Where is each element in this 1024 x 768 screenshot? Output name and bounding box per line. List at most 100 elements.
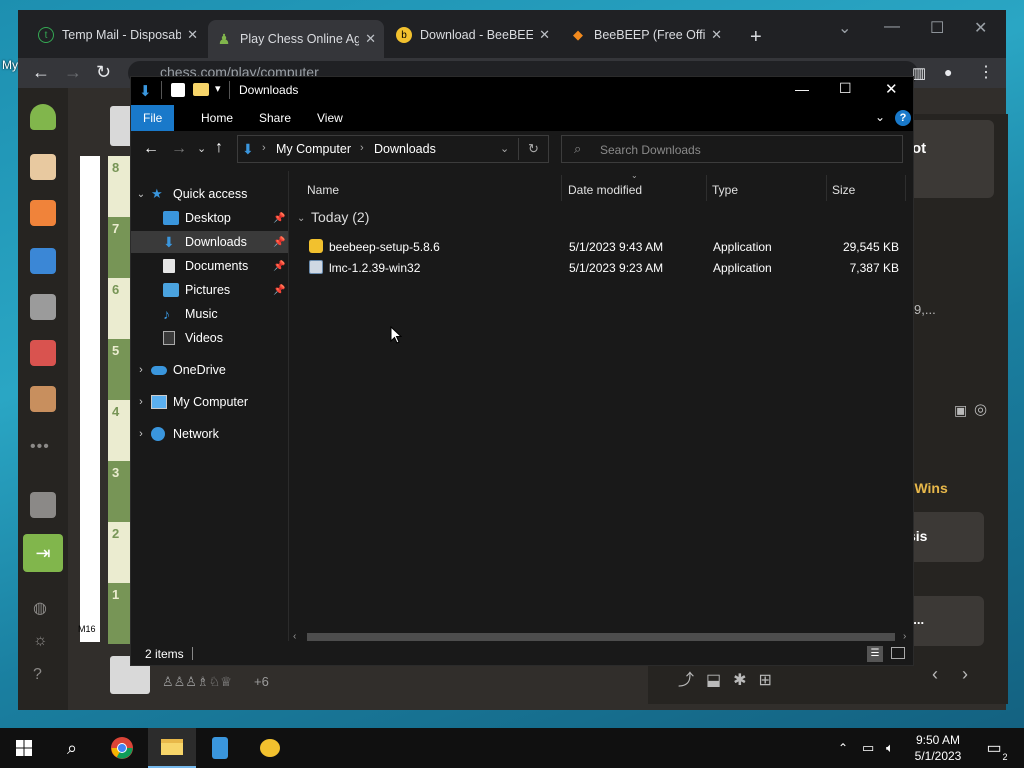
prev-move-icon[interactable]: ‹ (932, 664, 938, 685)
column-divider[interactable] (826, 175, 827, 201)
show-hidden-icons-icon[interactable]: ⌃ (838, 728, 848, 768)
signup-icon[interactable] (30, 492, 56, 518)
more-icon[interactable]: ••• (30, 438, 50, 456)
new-folder-icon[interactable] (193, 83, 209, 96)
close-icon[interactable]: ✕ (885, 80, 898, 98)
file-row[interactable]: lmc-1.2.39-win32 5/1/2023 9:23 AM Applic… (307, 258, 907, 279)
watch-icon[interactable] (30, 294, 56, 320)
nav-my-computer[interactable]: › My Computer (131, 391, 288, 413)
social-icon[interactable] (30, 386, 56, 412)
column-header-name[interactable]: Name (307, 183, 339, 197)
profile-icon[interactable]: ● (944, 64, 952, 80)
tab-share[interactable]: Share (247, 105, 303, 131)
puzzles-icon[interactable] (30, 200, 56, 226)
expand-ribbon-icon[interactable]: ⌄ (875, 110, 885, 124)
maximize-icon[interactable]: ☐ (839, 80, 852, 97)
login-button[interactable]: ⇥ (23, 534, 63, 572)
properties-icon[interactable] (171, 83, 185, 97)
scroll-right-icon[interactable]: › (903, 631, 906, 642)
details-view-icon[interactable]: ☰ (867, 646, 883, 662)
breadcrumb-downloads[interactable]: Downloads (374, 142, 436, 156)
group-collapse-icon[interactable]: ⌄ (297, 213, 305, 224)
recent-locations-icon[interactable]: ⌄ (197, 142, 206, 155)
column-header-size[interactable]: Size (832, 183, 855, 197)
action-center-button[interactable]: ▭ 2 (982, 728, 1007, 768)
news-icon[interactable] (30, 340, 56, 366)
tab-view[interactable]: View (305, 105, 355, 131)
expand-chevron-icon[interactable]: › (131, 364, 151, 376)
close-tab-icon[interactable]: ✕ (711, 27, 722, 43)
forward-icon[interactable]: → (171, 140, 187, 158)
nav-documents[interactable]: Documents 📌 (131, 255, 288, 277)
nav-quick-access[interactable]: ⌄ ★ Quick access (131, 183, 288, 205)
language-icon[interactable]: ◍ (33, 598, 47, 618)
tab-home[interactable]: Home (189, 105, 245, 131)
horizontal-scrollbar[interactable]: ‹ › (289, 631, 913, 643)
next-move-icon[interactable]: › (962, 664, 968, 685)
nav-desktop[interactable]: Desktop 📌 (131, 207, 288, 229)
address-dropdown-icon[interactable]: ⌄ (500, 142, 509, 155)
nav-network[interactable]: › Network (131, 423, 288, 445)
file-explorer-taskbar-button[interactable] (148, 728, 196, 768)
close-window-icon[interactable]: ✕ (974, 18, 987, 38)
scroll-thumb[interactable] (307, 633, 895, 641)
up-icon[interactable]: ↑ (215, 139, 223, 157)
nav-videos[interactable]: Videos (131, 327, 288, 349)
column-divider[interactable] (706, 175, 707, 201)
back-icon[interactable]: ← (143, 140, 159, 158)
reload-icon[interactable]: ↻ (96, 62, 111, 83)
column-divider[interactable] (905, 175, 906, 201)
tab-chess[interactable]: ♟ Play Chess Online Ag ✕ (208, 20, 384, 58)
column-divider[interactable] (561, 175, 562, 201)
nav-pictures[interactable]: Pictures 📌 (131, 279, 288, 301)
quick-access-toolbar-dropdown-icon[interactable]: ▾ (215, 82, 221, 95)
volume-icon[interactable]: 🔈︎ (886, 728, 894, 768)
expand-chevron-icon[interactable]: ⌄ (131, 189, 151, 200)
sidebar-icon[interactable]: ▥ (912, 64, 926, 82)
close-tab-icon[interactable]: ✕ (365, 31, 376, 47)
network-icon[interactable]: ▭ (862, 728, 874, 768)
minimize-icon[interactable]: — (795, 81, 809, 97)
group-header[interactable]: Today (2) (311, 209, 369, 225)
back-icon[interactable]: ← (32, 62, 50, 83)
tab-search-icon[interactable]: ⌄ (838, 18, 851, 38)
tab-temp-mail[interactable]: t Temp Mail - Disposab ✕ (30, 22, 206, 48)
game-toolbar-icons[interactable]: ⤴⬓✱⊞ (678, 666, 784, 690)
nav-onedrive[interactable]: › OneDrive (131, 359, 288, 381)
expand-chevron-icon[interactable]: › (131, 396, 151, 408)
file-row[interactable]: beebeep-setup-5.8.6 5/1/2023 9:43 AM App… (307, 237, 907, 258)
new-tab-button[interactable]: + (750, 26, 762, 49)
chrome-taskbar-button[interactable] (98, 728, 146, 768)
chess-logo-icon[interactable] (30, 104, 56, 130)
column-header-date[interactable]: Date modified (568, 183, 642, 197)
tab-file[interactable]: File (131, 105, 175, 131)
beebeep-taskbar-button[interactable] (246, 728, 294, 768)
address-box[interactable]: ⬇ › My Computer › Downloads ⌄ ↻ (237, 135, 549, 163)
maximize-icon[interactable]: ☐ (930, 18, 944, 38)
search-icon[interactable]: ⌕ (48, 728, 96, 768)
menu-icon[interactable]: ⋮ (978, 62, 994, 82)
expand-chevron-icon[interactable]: › (131, 428, 151, 440)
refresh-icon[interactable]: ↻ (528, 141, 539, 157)
help-icon[interactable]: ? (33, 666, 42, 684)
nav-downloads[interactable]: ⬇ Downloads 📌 (131, 231, 288, 253)
book-icon[interactable]: ▣ (954, 402, 967, 419)
learn-icon[interactable] (30, 248, 56, 274)
theme-icon[interactable]: ☼ (33, 632, 48, 650)
search-input[interactable]: ⌕ Search Downloads (561, 135, 903, 163)
clock[interactable]: 9:50 AM 5/1/2023 (912, 732, 964, 764)
large-icons-view-icon[interactable] (891, 647, 905, 659)
dropdown-text[interactable]: 9,... (914, 302, 936, 317)
help-icon[interactable]: ? (895, 110, 911, 126)
scroll-left-icon[interactable]: ‹ (293, 631, 296, 642)
breadcrumb-my-computer[interactable]: My Computer (276, 142, 351, 156)
nav-music[interactable]: ♪ Music (131, 303, 288, 325)
play-icon[interactable] (30, 154, 56, 180)
minimize-icon[interactable]: — (884, 18, 900, 36)
column-header-type[interactable]: Type (712, 183, 738, 197)
tab-beebeep-office[interactable]: ◆ BeeBEEP (Free Office ✕ (562, 22, 730, 48)
tab-beebeep-download[interactable]: b Download - BeeBEEP ✕ (388, 22, 558, 48)
close-tab-icon[interactable]: ✕ (187, 27, 198, 43)
forward-icon[interactable]: → (64, 62, 82, 83)
app-taskbar-button[interactable] (196, 728, 244, 768)
